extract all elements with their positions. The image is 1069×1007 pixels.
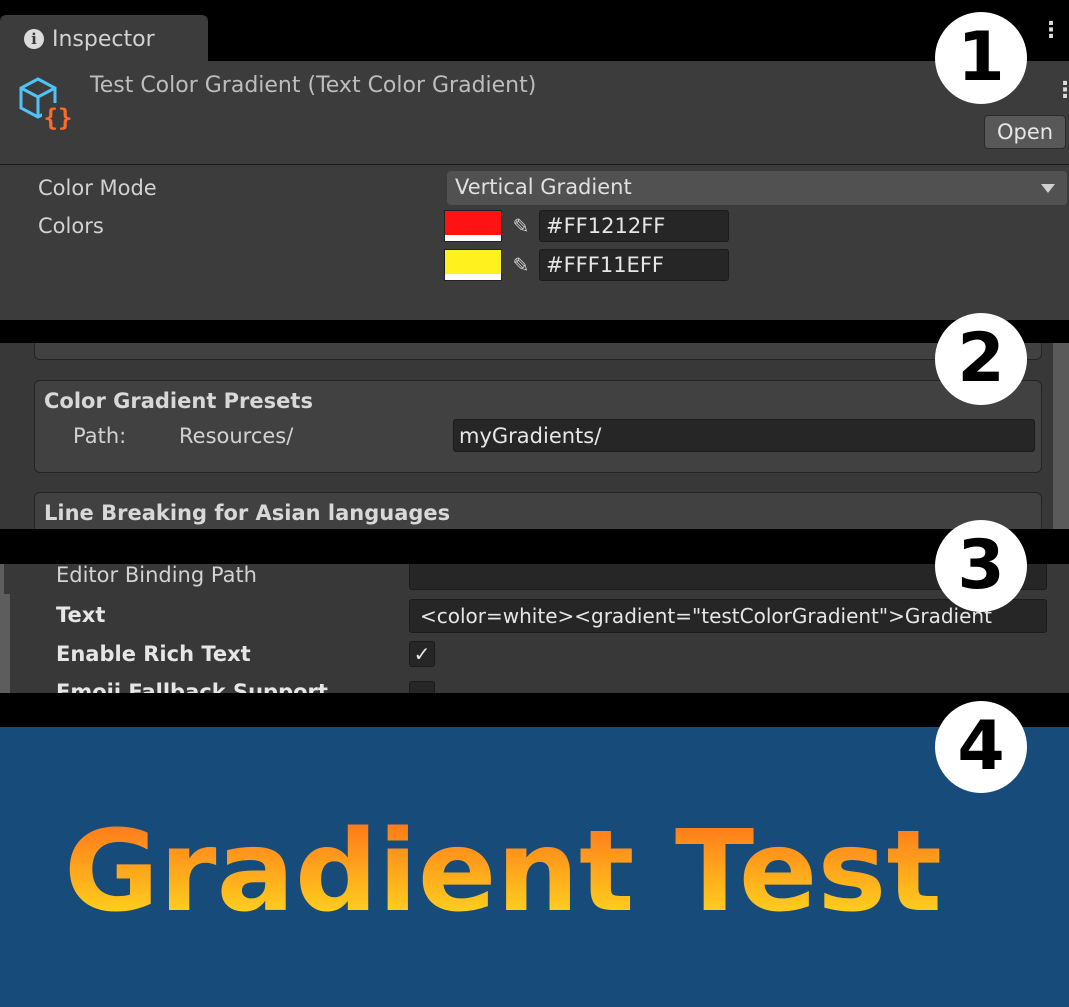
path-label: Path: xyxy=(73,424,127,448)
line-breaking-section: Line Breaking for Asian languages xyxy=(34,492,1042,529)
callout-3: 3 xyxy=(935,520,1027,612)
emoji-fallback-label: Emoji Fallback Support xyxy=(56,680,328,694)
gradient-text-preview: Gradient Test xyxy=(64,807,942,937)
callout-4: 4 xyxy=(935,701,1027,793)
header-divider xyxy=(0,164,1069,165)
text-input[interactable]: <color=white><gradient="testColorGradien… xyxy=(409,599,1047,633)
settings-panel: Color Gradient Presets Path: Resources/ … xyxy=(0,343,1069,529)
text-value: <color=white><gradient="testColorGradien… xyxy=(420,604,992,628)
emoji-fallback-checkbox[interactable] xyxy=(409,681,435,693)
color-swatch-2[interactable] xyxy=(444,249,502,281)
line-breaking-title: Line Breaking for Asian languages xyxy=(44,501,451,525)
tab-label: Inspector xyxy=(52,27,155,52)
presets-section: Color Gradient Presets Path: Resources/ … xyxy=(34,380,1042,473)
scriptable-object-icon: {} xyxy=(19,77,74,132)
callout-1: 1 xyxy=(935,12,1027,104)
scrollbar[interactable] xyxy=(1053,343,1069,529)
hex-field-1[interactable]: #FF1212FF xyxy=(539,210,729,242)
left-indicator-line xyxy=(0,564,4,693)
svg-text:{}: {} xyxy=(44,104,73,132)
binding-path-label: Editor Binding Path xyxy=(56,564,257,587)
kebab-menu-icon[interactable]: ⋮ xyxy=(1040,20,1062,42)
eyedropper-icon[interactable]: ✎ xyxy=(504,249,538,281)
hex-value-2: #FFF11EFF xyxy=(546,253,664,277)
asset-kebab-icon[interactable]: ⋮ xyxy=(1054,78,1069,103)
open-button-label: Open xyxy=(997,120,1054,144)
eyedropper-icon[interactable]: ✎ xyxy=(504,210,538,242)
preview-text: Gradient Test xyxy=(64,807,942,937)
color-mode-dropdown[interactable]: Vertical Gradient xyxy=(447,171,1067,205)
text-component-panel: Editor Binding Path Text <color=white><g… xyxy=(0,564,1069,693)
info-icon: i xyxy=(24,29,44,49)
hex-field-2[interactable]: #FFF11EFF xyxy=(539,249,729,281)
rich-text-checkbox[interactable]: ✓ xyxy=(409,641,435,667)
color-swatch-1[interactable] xyxy=(444,210,502,242)
hex-value-1: #FF1212FF xyxy=(546,214,666,238)
path-input[interactable]: myGradients/ xyxy=(453,419,1035,452)
game-view-preview: Gradient Test xyxy=(0,727,1069,1007)
presets-title: Color Gradient Presets xyxy=(44,389,313,413)
dropdown-arrow-icon xyxy=(1041,184,1055,193)
previous-section-box xyxy=(34,343,1042,360)
callout-2: 2 xyxy=(935,313,1027,405)
inspector-panel: i Inspector ⋮ {} Test Color Gradient (Te… xyxy=(0,0,1069,320)
colors-label: Colors xyxy=(38,214,104,238)
color-mode-value: Vertical Gradient xyxy=(455,175,632,199)
path-prefix: Resources/ xyxy=(179,424,294,448)
asset-title: Test Color Gradient (Text Color Gradient… xyxy=(90,73,537,98)
path-value: myGradients/ xyxy=(459,424,602,448)
rich-text-label: Enable Rich Text xyxy=(56,642,251,666)
open-button[interactable]: Open xyxy=(984,115,1066,149)
color-mode-label: Color Mode xyxy=(38,176,157,200)
text-label: Text xyxy=(56,603,106,627)
